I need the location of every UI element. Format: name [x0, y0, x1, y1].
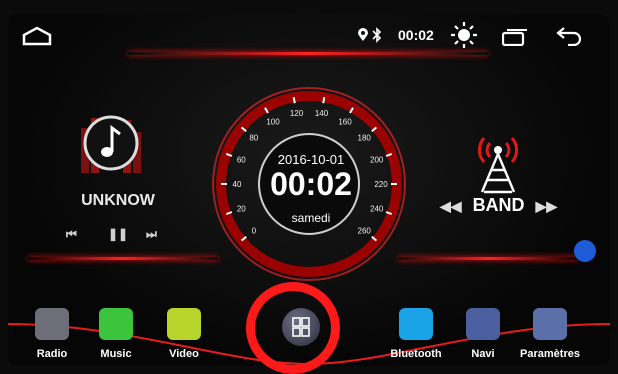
- gauge-tick-label: 200: [370, 155, 384, 164]
- gauge-tick-label: 140: [315, 109, 329, 118]
- music-pause-button[interactable]: ❚❚: [108, 227, 128, 241]
- dock-item-bluetooth[interactable]: [396, 308, 436, 340]
- left-accent-line: [28, 257, 218, 260]
- head-unit-home-screen: 00:02 UNKNOW ⏮ ❚❚ ⏭ 0 20 40 60 80 100 12…: [0, 0, 618, 374]
- screen: 00:02 UNKNOW ⏮ ❚❚ ⏭ 0 20 40 60 80 100 12…: [8, 14, 610, 366]
- radio-prev-button[interactable]: ◀◀: [440, 198, 462, 214]
- music-prev-button[interactable]: ⏮: [66, 227, 77, 242]
- status-time: 00:02: [398, 27, 434, 43]
- app-drawer-button[interactable]: [282, 308, 320, 346]
- dock-item-video[interactable]: [164, 308, 204, 340]
- brightness-icon[interactable]: [450, 21, 478, 49]
- bluetooth-icon: [372, 27, 382, 43]
- music-note-icon[interactable]: [76, 108, 146, 178]
- gauge-tick-mark: [322, 97, 326, 104]
- gauge-tick-label: 80: [249, 134, 258, 143]
- gauge-tick-label: 60: [237, 155, 246, 164]
- gauge-tick-label: 160: [338, 118, 352, 127]
- settings-icon: [533, 308, 567, 340]
- clock-date: 2016-10-01: [277, 152, 345, 167]
- radio-band-button[interactable]: BAND: [473, 195, 525, 215]
- home-outline-icon[interactable]: [22, 26, 52, 46]
- radio-band-control: ◀◀ BAND ▶▶: [440, 195, 557, 216]
- music-track-title: UNKNOW: [81, 192, 155, 209]
- gauge-tick-label: 40: [233, 180, 242, 189]
- dock-item-label: Paramètres: [520, 348, 580, 360]
- gauge-tick-label: 220: [374, 180, 388, 189]
- gauge-tick-label: 240: [370, 205, 384, 214]
- dock-item-paramètres[interactable]: [530, 308, 570, 340]
- back-arrow-icon[interactable]: [556, 26, 582, 46]
- gauge-tick-label: 0: [252, 226, 257, 235]
- radio-next-button[interactable]: ▶▶: [536, 198, 558, 214]
- dock-item-label: Music: [100, 348, 132, 360]
- status-bar: 00:02: [8, 14, 610, 54]
- gauge-tick-label: 120: [290, 109, 304, 118]
- gauge-tick-label: 180: [358, 134, 372, 143]
- dock-item-radio[interactable]: [32, 308, 72, 340]
- music-note-icon: [99, 308, 133, 340]
- dock-item-navi[interactable]: [463, 308, 503, 340]
- dock-item-label: Radio: [36, 348, 68, 360]
- location-pin-icon: [358, 28, 368, 41]
- app-grid-icon: [292, 317, 310, 337]
- bluetooth-icon: [399, 308, 433, 340]
- gauge-tick-label: 100: [266, 118, 280, 127]
- dock-item-music[interactable]: [96, 308, 136, 340]
- assistive-touch-dot[interactable]: [574, 240, 596, 262]
- compass-icon: [466, 308, 500, 340]
- dock-item-label: Video: [169, 348, 199, 360]
- clock-time: 00:02: [270, 166, 352, 202]
- radio-icon: [35, 308, 69, 340]
- dock-item-label: Navi: [471, 348, 495, 360]
- gauge-tick-label: 20: [237, 205, 246, 214]
- video-icon: [167, 308, 201, 340]
- clock-day: samedi: [291, 211, 331, 225]
- radio-tower-icon[interactable]: [470, 126, 526, 194]
- gauge-tick-mark: [292, 97, 296, 104]
- top-accent-line: [128, 52, 488, 55]
- dock-item-label: Bluetooth: [390, 348, 442, 360]
- gauge-tick-label: 260: [358, 226, 372, 235]
- music-next-button[interactable]: ⏭: [146, 227, 157, 242]
- recent-apps-icon[interactable]: [502, 28, 528, 46]
